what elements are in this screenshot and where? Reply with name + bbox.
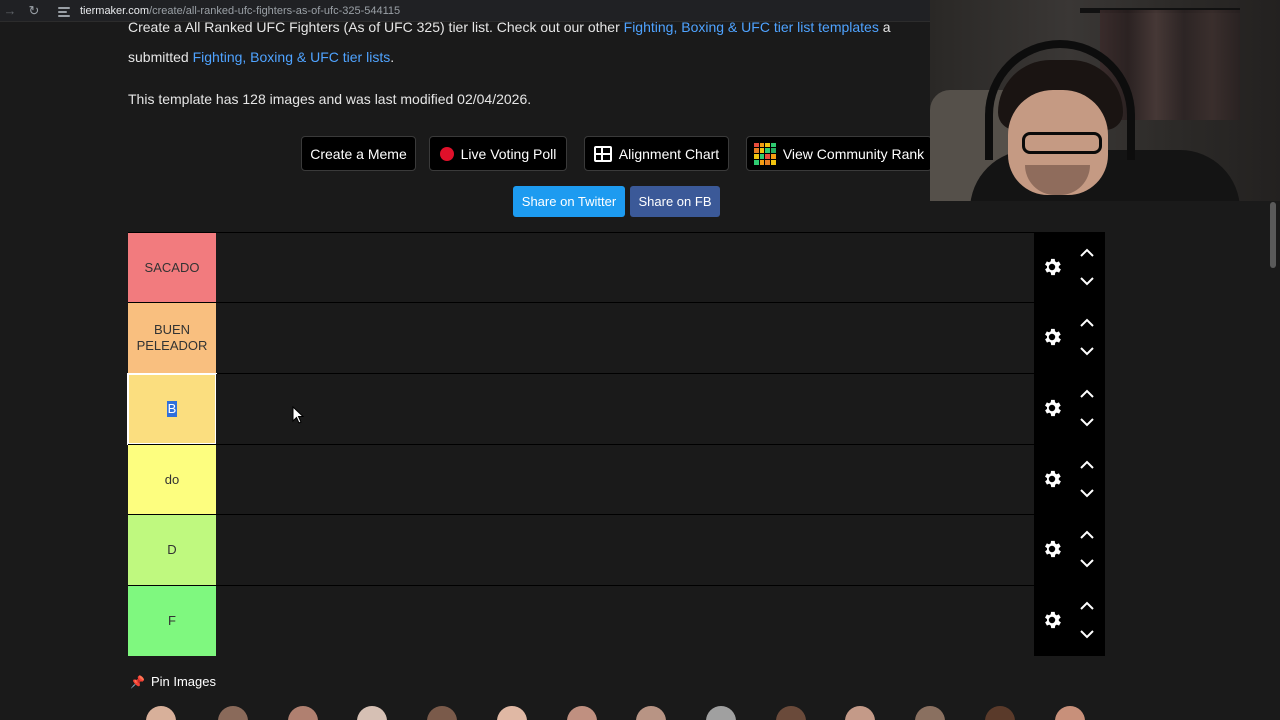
- share-twitter-button[interactable]: Share on Twitter: [513, 186, 625, 217]
- chevron-up-icon[interactable]: [1080, 601, 1094, 611]
- tier-row: SACADO: [128, 232, 1105, 303]
- tier-label-editing[interactable]: B: [127, 373, 217, 445]
- tier-row: F: [128, 585, 1105, 656]
- pushpin-icon: 📌: [130, 674, 145, 689]
- fighter-thumbnail[interactable]: [776, 706, 806, 720]
- fighter-thumbnail[interactable]: [146, 706, 176, 720]
- image-pool: [128, 700, 1105, 720]
- chevron-down-icon[interactable]: [1080, 488, 1094, 498]
- gear-icon[interactable]: [1041, 538, 1063, 560]
- tier-label[interactable]: D: [128, 515, 216, 585]
- tier-row: B: [127, 373, 1105, 445]
- chevron-down-icon[interactable]: [1080, 417, 1094, 427]
- tier-label[interactable]: do: [128, 445, 216, 515]
- page-scrollbar[interactable]: [1266, 200, 1280, 720]
- chevron-up-icon[interactable]: [1080, 530, 1094, 540]
- community-rank-icon: [753, 142, 776, 165]
- live-poll-label: Live Voting Poll: [460, 145, 557, 162]
- gear-icon[interactable]: [1041, 326, 1063, 348]
- fighter-thumbnail[interactable]: [357, 706, 387, 720]
- intro-line-2: submitted Fighting, Boxing & UFC tier li…: [128, 49, 395, 65]
- tier-drop-zone[interactable]: [216, 586, 1034, 656]
- reload-icon[interactable]: ↻: [20, 3, 48, 19]
- tier-controls: [1034, 303, 1105, 373]
- fighter-thumbnail[interactable]: [427, 706, 457, 720]
- tier-label[interactable]: SACADO: [128, 233, 216, 303]
- tier-drop-zone[interactable]: [216, 374, 1034, 444]
- tier-board: SACADO BUEN PELEADOR B do D F: [127, 232, 1105, 656]
- chevron-down-icon[interactable]: [1080, 558, 1094, 568]
- create-meme-button[interactable]: Create a Meme: [301, 136, 416, 171]
- chevron-down-icon[interactable]: [1080, 346, 1094, 356]
- category-templates-link[interactable]: Fighting, Boxing & UFC tier list templat…: [624, 19, 879, 35]
- chevron-up-icon[interactable]: [1080, 460, 1094, 470]
- chevron-up-icon[interactable]: [1080, 248, 1094, 258]
- community-rank-label: View Community Rank: [782, 145, 925, 162]
- tier-label[interactable]: F: [128, 586, 216, 656]
- tier-drop-zone[interactable]: [216, 233, 1034, 303]
- intro-line-1: Create a All Ranked UFC Fighters (As of …: [128, 19, 891, 35]
- live-dot-icon: [439, 146, 454, 161]
- tier-controls: [1034, 586, 1105, 656]
- tier-label[interactable]: BUEN PELEADOR: [128, 303, 216, 373]
- tier-drop-zone[interactable]: [216, 445, 1034, 515]
- share-fb-button[interactable]: Share on FB: [630, 186, 720, 217]
- template-meta: This template has 128 images and was las…: [128, 91, 532, 107]
- community-rank-button[interactable]: View Community Rank: [746, 136, 932, 171]
- screen: → ↻ tiermaker.com/create/all-ranked-ufc-…: [0, 0, 1280, 720]
- alignment-chart-button[interactable]: Alignment Chart: [584, 136, 729, 171]
- pin-images-label: Pin Images: [150, 674, 216, 689]
- create-meme-label: Create a Meme: [310, 145, 407, 162]
- fighter-thumbnail[interactable]: [845, 706, 875, 720]
- alignment-label: Alignment Chart: [618, 145, 720, 162]
- tier-drop-zone[interactable]: [216, 303, 1034, 373]
- tier-controls: [1034, 374, 1105, 444]
- fighter-thumbnail[interactable]: [288, 706, 318, 720]
- fighter-thumbnail[interactable]: [497, 706, 527, 720]
- grid-icon: [593, 145, 612, 162]
- fighter-thumbnail[interactable]: [985, 706, 1015, 720]
- scrollbar-thumb[interactable]: [1270, 202, 1276, 268]
- fighter-thumbnail[interactable]: [1055, 706, 1085, 720]
- chevron-up-icon[interactable]: [1080, 318, 1094, 328]
- gear-icon[interactable]: [1041, 256, 1063, 278]
- gear-icon[interactable]: [1041, 397, 1063, 419]
- mouse-cursor-icon: [292, 406, 304, 424]
- fighter-thumbnail[interactable]: [218, 706, 248, 720]
- site-settings-icon[interactable]: [58, 5, 72, 17]
- tier-row: D: [128, 514, 1105, 585]
- gear-icon[interactable]: [1041, 468, 1063, 490]
- live-voting-poll-button[interactable]: Live Voting Poll: [429, 136, 567, 171]
- tier-drop-zone[interactable]: [216, 515, 1034, 585]
- tier-row: BUEN PELEADOR: [128, 302, 1105, 373]
- pin-images-toggle[interactable]: 📌 Pin Images: [130, 674, 216, 689]
- tier-controls: [1034, 445, 1105, 515]
- chevron-up-icon[interactable]: [1080, 389, 1094, 399]
- fighter-thumbnail[interactable]: [567, 706, 597, 720]
- webcam-overlay: [930, 0, 1280, 201]
- forward-icon[interactable]: →: [0, 3, 20, 18]
- chevron-down-icon[interactable]: [1080, 629, 1094, 639]
- submitted-tier-lists-link[interactable]: Fighting, Boxing & UFC tier lists: [193, 49, 391, 65]
- fighter-thumbnail[interactable]: [915, 706, 945, 720]
- gear-icon[interactable]: [1041, 609, 1063, 631]
- fighter-thumbnail[interactable]: [706, 706, 736, 720]
- tier-controls: [1034, 515, 1105, 585]
- tier-row: do: [128, 444, 1105, 515]
- tier-controls: [1034, 233, 1105, 303]
- chevron-down-icon[interactable]: [1080, 276, 1094, 286]
- fighter-thumbnail[interactable]: [636, 706, 666, 720]
